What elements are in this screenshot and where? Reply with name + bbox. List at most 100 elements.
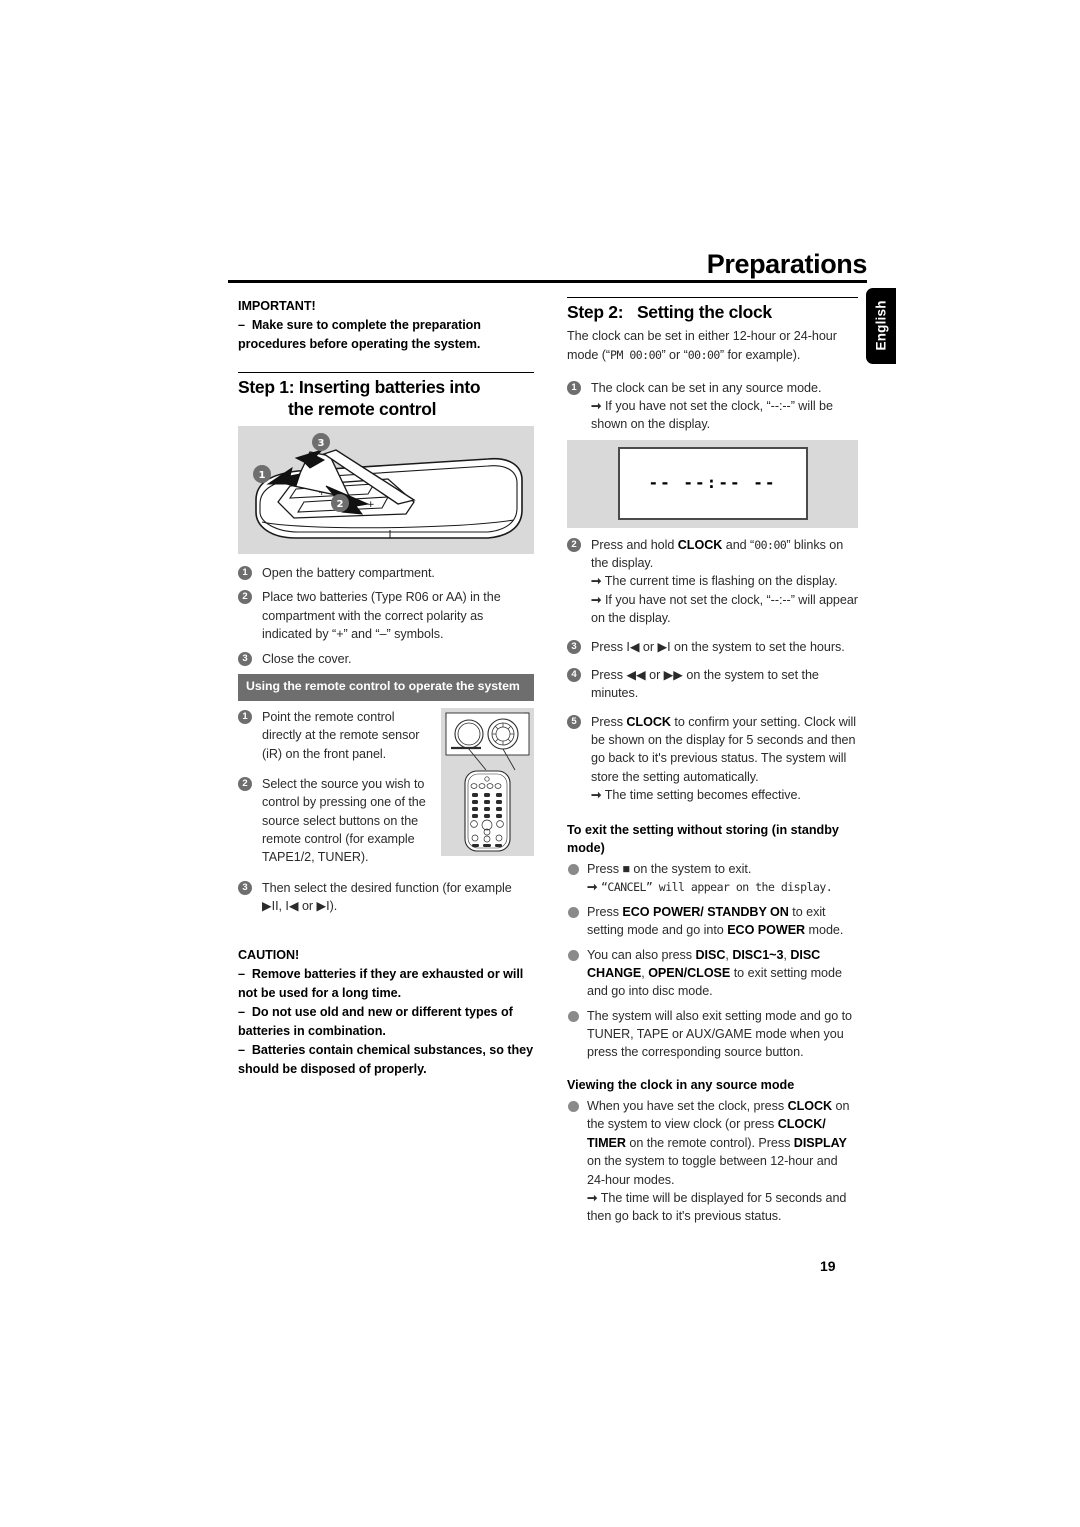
list-item-note: ➞ If you have not set the clock, “--:--”… <box>591 398 833 432</box>
caution-dash-text: Batteries contain chemical substances, s… <box>238 1043 534 1077</box>
list-item-text-pre: Press and hold <box>591 537 678 552</box>
step1-block: Step 1: Inserting batteries into the rem… <box>238 372 534 668</box>
svg-text:+: + <box>367 500 375 510</box>
list-item: The system will also exit setting mode a… <box>567 1007 858 1062</box>
svg-text:-: - <box>298 507 301 516</box>
important-dash-item: – Make sure to complete the preparation … <box>238 318 481 352</box>
list-item: 4 Press ◀◀ or ▶▶ on the system to set th… <box>567 666 858 703</box>
header-rule <box>228 280 867 284</box>
svg-text:2: 2 <box>337 499 344 510</box>
list-item-note: ➞ The time setting becomes effective. <box>591 788 801 803</box>
list-item: 5 Press CLOCK to confirm your setting. C… <box>567 713 858 805</box>
caution-dash-item: – Remove batteries if they are exhausted… <box>238 966 524 1000</box>
step2-intro-lcd-12hr: PM 00:00 <box>610 347 662 362</box>
list-item-text-pre: Press <box>591 714 627 729</box>
list-item-text: The clock can be set in any source mode. <box>591 380 822 395</box>
list-item-lcd: 00:00 <box>754 537 787 552</box>
note-text: The time will be displayed for 5 seconds… <box>587 1190 847 1224</box>
exit-section: To exit the setting without storing (in … <box>567 821 858 1062</box>
caution-dash-item: – Do not use old and new or different ty… <box>238 1004 513 1039</box>
remote-illustration-svg <box>445 712 530 852</box>
list-item: 2 Press and hold CLOCK and “00:00” blink… <box>567 536 858 628</box>
note-text: “CANCEL” will appear on the display. <box>600 880 833 895</box>
bullet-dot <box>568 906 579 918</box>
list-item-text: Press I◀ or ▶I on the system to set the … <box>591 639 845 654</box>
list-item-text: The system will also exit setting mode a… <box>587 1008 852 1060</box>
list-item: 1 Open the battery compartment. <box>238 564 534 582</box>
list-item-note: ➞ “CANCEL” will appear on the display. <box>587 880 833 895</box>
list-item: 3 Close the cover. <box>238 650 534 668</box>
list-number-badge: 4 <box>567 667 581 682</box>
step2-rule <box>567 297 858 298</box>
list-item: You can also press DISC, DISC1~3, DISC C… <box>567 946 858 1001</box>
language-tab: English <box>866 288 896 364</box>
list-item-text: Then select the desired function (for ex… <box>262 880 512 914</box>
list-number-badge: 3 <box>238 880 252 895</box>
note-text: The current time is flashing on the disp… <box>604 574 838 589</box>
page-number: 19 <box>820 1258 836 1274</box>
list-item: 2 Place two batteries (Type R06 or AA) i… <box>238 588 534 643</box>
important-block: IMPORTANT! – Make sure to complete the p… <box>238 297 534 354</box>
step2-block: Step 2: Setting the clock The clock can … <box>567 297 858 805</box>
caution-dash-text: Do not use old and new or different type… <box>238 1004 513 1039</box>
list-item-text: Press ECO POWER/ STANDBY ON to exit sett… <box>587 904 844 938</box>
caution-dash-item: – Batteries contain chemical substances,… <box>238 1043 534 1077</box>
right-column: Step 2: Setting the clock The clock can … <box>567 297 858 1232</box>
remote-use-item-list: 1 Point the remote control directly at t… <box>238 708 434 867</box>
remote-use-item-list-cont: 3 Then select the desired function (for … <box>238 879 534 916</box>
step2-intro-part3: ” for example). <box>719 347 801 362</box>
remote-sensor-illustration <box>441 707 534 856</box>
note-text: If you have not set the clock, “--:--” w… <box>591 592 858 626</box>
language-tab-label: English <box>873 300 889 351</box>
list-number-badge: 1 <box>238 566 252 581</box>
step2-heading: Step 2: Setting the clock <box>567 302 858 323</box>
important-heading: IMPORTANT! <box>238 299 316 313</box>
list-number-badge: 1 <box>238 709 252 724</box>
list-item: 1 The clock can be set in any source mod… <box>567 379 858 434</box>
list-item: 3 Press I◀ or ▶I on the system to set th… <box>567 638 858 656</box>
list-item: 2 Select the source you wish to control … <box>238 775 434 867</box>
exit-bullet-list: Press ■ on the system to exit. ➞ “CANCEL… <box>567 860 858 1062</box>
caution-heading: CAUTION! <box>238 947 300 962</box>
list-item: 1 Point the remote control directly at t… <box>238 708 434 763</box>
exit-section-heading: To exit the setting without storing (in … <box>567 822 839 855</box>
note-text: If you have not set the clock, “--:--” w… <box>591 398 833 432</box>
battery-insertion-illustration: + + - 1 2 3 <box>238 426 534 555</box>
list-item-text: Open the battery compartment. <box>262 566 435 581</box>
step2-intro: The clock can be set in either 12-hour o… <box>567 327 858 364</box>
list-item: Press ECO POWER/ STANDBY ON to exit sett… <box>567 903 858 940</box>
keyword-clock: CLOCK <box>677 537 723 552</box>
list-item-note: ➞ If you have not set the clock, “--:--”… <box>591 592 858 626</box>
step1-item-list: 1 Open the battery compartment. 2 Place … <box>238 564 534 668</box>
list-item-text-mid: and “ <box>722 537 755 552</box>
list-number-badge: 5 <box>567 714 581 729</box>
view-bullet-list: When you have set the clock, press CLOCK… <box>567 1097 858 1226</box>
list-item-text: Select the source you wish to control by… <box>262 776 426 865</box>
list-number-badge: 2 <box>567 537 581 552</box>
step2-intro-part2: ” or “ <box>661 347 688 362</box>
caution-dash-text: Remove batteries if they are exhausted o… <box>238 966 524 1000</box>
step2-intro-lcd-24hr: 00:00 <box>687 347 721 362</box>
list-number-badge: 3 <box>567 639 581 654</box>
bullet-dot <box>568 1010 579 1022</box>
battery-illustration-svg: + + - 1 2 3 <box>253 433 523 539</box>
list-number-badge: 2 <box>238 590 252 605</box>
list-item-text: Press ■ on the system to exit. <box>587 862 752 877</box>
bullet-dot <box>568 949 579 961</box>
step1-title-line1: Inserting batteries into <box>298 377 481 398</box>
list-item-text: You can also press DISC, DISC1~3, DISC C… <box>587 947 842 999</box>
list-item-text: Close the cover. <box>262 651 352 666</box>
list-item-note: ➞ The time will be displayed for 5 secon… <box>587 1190 847 1224</box>
caution-block: CAUTION! – Remove batteries if they are … <box>238 946 534 1080</box>
svg-text:1: 1 <box>259 470 266 481</box>
note-text: The time setting becomes effective. <box>604 788 801 803</box>
keyword-clock: CLOCK <box>626 714 671 729</box>
step2-item-list: 1 The clock can be set in any source mod… <box>567 379 858 434</box>
list-number-badge: 2 <box>238 776 252 791</box>
page-title: Preparations <box>706 249 868 279</box>
clock-display-panel: -- --:-- -- <box>567 439 858 528</box>
step1-label: Step 1: <box>238 377 295 398</box>
svg-text:3: 3 <box>318 438 325 449</box>
clock-display-box: -- --:-- -- <box>617 447 808 521</box>
bullet-dot <box>568 864 579 876</box>
